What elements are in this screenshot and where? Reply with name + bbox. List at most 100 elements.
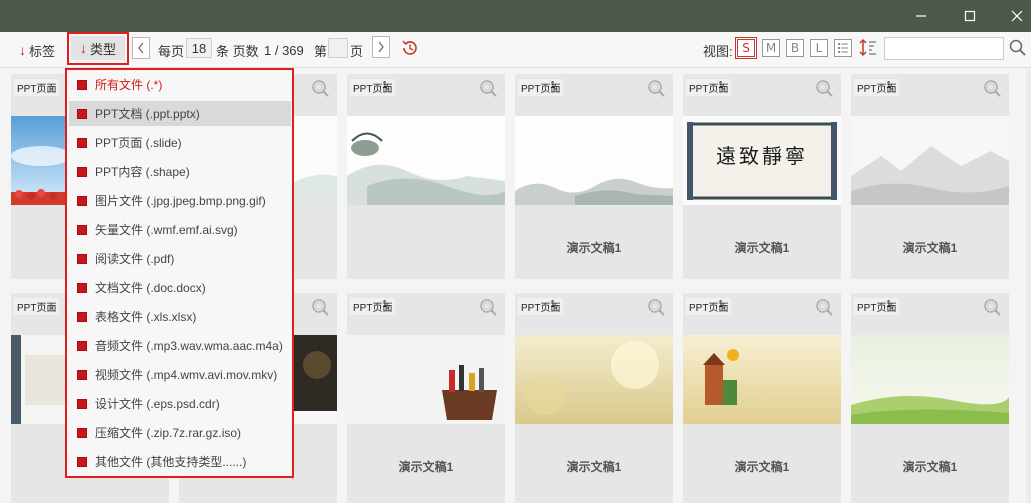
type-option-video[interactable]: 视频文件 (.mp4.wmv.avi.mov.mkv) [69,362,291,387]
type-option-label: 视频文件 (.mp4.wmv.avi.mov.mkv) [95,368,278,382]
checkbox-icon [77,340,87,351]
minimize-icon [916,15,926,17]
result-card[interactable]: PPT页面 1 演示文稿1 [347,293,505,503]
type-option-pdf[interactable]: 阅读文件 (.pdf) [69,246,291,271]
result-card[interactable]: PPT页面 1 演示文稿1 [851,293,1009,503]
checkbox-icon [77,79,87,90]
type-option-label: 阅读文件 (.pdf) [95,252,175,266]
zoom-icon [480,299,497,316]
card-count: 1 [382,80,388,91]
view-small-button[interactable]: S [737,39,755,57]
type-option-label: 文档文件 (.doc.docx) [95,281,206,295]
result-card[interactable]: PPT页面 1 演示文稿1 [515,74,673,279]
type-option-label: 图片文件 (.jpg.jpeg.bmp.png.gif) [95,194,266,208]
type-option-image[interactable]: 图片文件 (.jpg.jpeg.bmp.png.gif) [69,188,291,213]
zoom-icon [312,80,329,97]
close-button[interactable] [994,0,1031,32]
history-button[interactable] [400,38,420,58]
tag-sort-button[interactable]: ↓ 标签 [19,32,55,68]
checkbox-icon [77,398,87,409]
checkbox-icon [77,311,87,322]
zoom-icon [648,299,665,316]
chevron-right-icon [378,41,384,53]
card-thumbnail [347,335,505,424]
card-thumbnail [851,335,1009,424]
type-option-all[interactable]: 所有文件 (.*) [69,72,291,97]
maximize-icon [964,10,976,22]
type-option-label: 矢量文件 (.wmf.emf.ai.svg) [95,223,238,237]
items-pages-label: 条 页数 [216,43,259,59]
card-count: 1 [886,299,892,310]
maximize-button[interactable] [947,0,993,32]
type-option-shape[interactable]: PPT内容 (.shape) [69,159,291,184]
zoom-icon [312,299,329,316]
prev-page-button[interactable] [132,37,150,59]
calligraphy-text: 遠致靜寧 [716,144,808,168]
view-list-button[interactable] [834,39,852,57]
goto-suffix: 页 [350,43,364,59]
card-count: 1 [382,299,388,310]
checkbox-icon [77,369,87,380]
card-count: 1 [718,299,724,310]
checkbox-icon [77,137,87,148]
type-filter-dropdown: 所有文件 (.*) PPT文档 (.ppt.pptx) PPT页面 (.slid… [65,68,294,478]
zoom-icon [984,299,1001,316]
card-count: 1 [718,80,724,91]
type-option-label: PPT内容 (.shape) [95,165,190,179]
per-page-input[interactable]: 18 [186,38,212,58]
type-option-vector[interactable]: 矢量文件 (.wmf.emf.ai.svg) [69,217,291,242]
sort-order-icon [859,38,876,57]
goto-page-input[interactable] [328,38,348,58]
minimize-button[interactable] [898,0,944,32]
next-page-button[interactable] [372,36,390,58]
type-option-archive[interactable]: 压缩文件 (.zip.7z.rar.gz.iso) [69,420,291,445]
card-thumbnail [683,335,841,424]
checkbox-icon [77,166,87,177]
checkbox-icon [77,195,87,206]
card-type-tag: PPT页面 [14,298,60,315]
type-option-audio[interactable]: 音频文件 (.mp3.wav.wma.aac.m4a) [69,333,291,358]
history-icon [402,40,417,55]
card-thumbnail [515,116,673,205]
card-title: 演示文稿1 [902,241,958,255]
type-option-ppt[interactable]: PPT文档 (.ppt.pptx) [69,101,291,126]
checkbox-icon [77,456,87,467]
type-option-other[interactable]: 其他文件 (其他支持类型......) [69,449,291,474]
checkbox-icon [77,224,87,235]
search-input[interactable] [884,37,1004,60]
result-card[interactable]: PPT页面 1 演示文稿1 [851,74,1009,279]
card-thumbnail: 遠致靜寧 [683,116,841,205]
card-count: 1 [886,80,892,91]
card-title: 演示文稿1 [734,241,790,255]
view-medium-button[interactable]: M [762,39,780,57]
sort-arrow-icon: ↓ [19,42,26,58]
chevron-left-icon [138,42,144,54]
card-title: 演示文稿1 [734,460,790,474]
result-card[interactable]: PPT页面 1 遠致靜寧 演示文稿1 [683,74,841,279]
zoom-icon [984,80,1001,97]
sort-order-button[interactable] [858,38,878,58]
search-button[interactable] [1008,38,1028,58]
card-count: 1 [550,80,556,91]
type-option-label: 其他文件 (其他支持类型......) [95,455,247,469]
result-card[interactable]: PPT页面 1 [347,74,505,279]
type-option-doc[interactable]: 文档文件 (.doc.docx) [69,275,291,300]
type-option-label: PPT文档 (.ppt.pptx) [95,107,200,121]
checkbox-icon [77,253,87,264]
card-thumbnail [347,116,505,205]
checkbox-icon [77,282,87,293]
result-card[interactable]: PPT页面 1 演示文稿1 [515,293,673,503]
page-info: 1 / 369 [264,42,304,58]
scrollbar[interactable] [1026,69,1031,503]
zoom-icon [816,299,833,316]
type-option-slide[interactable]: PPT页面 (.slide) [69,130,291,155]
card-count: 1 [550,299,556,310]
zoom-icon [480,80,497,97]
type-option-xls[interactable]: 表格文件 (.xls.xlsx) [69,304,291,329]
result-card[interactable]: PPT页面 1 演示文稿1 [683,293,841,503]
zoom-icon [816,80,833,97]
view-large-button[interactable]: L [810,39,828,57]
type-option-design[interactable]: 设计文件 (.eps.psd.cdr) [69,391,291,416]
card-title: 演示文稿1 [398,460,454,474]
view-big-button[interactable]: B [786,39,804,57]
